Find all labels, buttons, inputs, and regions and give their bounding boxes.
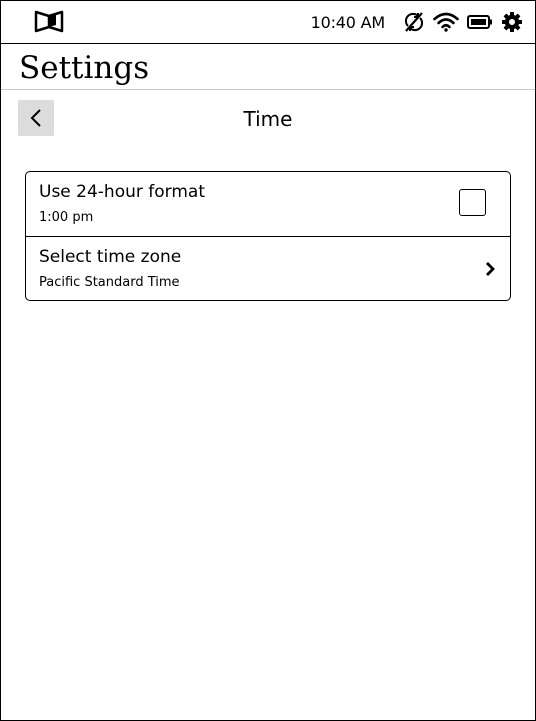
status-bar: 10:40 AM bbox=[1, 1, 535, 44]
wifi-icon bbox=[433, 12, 459, 32]
page-title: Settings bbox=[19, 50, 150, 86]
title-divider bbox=[1, 89, 535, 90]
status-indicators: 10:40 AM bbox=[311, 9, 523, 35]
setting-row-24-hour[interactable]: Use 24-hour format 1:00 pm bbox=[26, 172, 510, 237]
setting-label: Use 24-hour format bbox=[39, 182, 205, 202]
setting-value: 1:00 pm bbox=[39, 210, 94, 225]
section-title: Time bbox=[243, 107, 293, 131]
settings-gear-icon[interactable] bbox=[501, 11, 523, 33]
home-book-icon[interactable] bbox=[33, 8, 65, 36]
settings-card: Use 24-hour format 1:00 pm Select time z… bbox=[25, 171, 511, 301]
sync-off-icon bbox=[403, 11, 425, 33]
setting-value: Pacific Standard Time bbox=[39, 275, 180, 290]
setting-row-time-zone[interactable]: Select time zone Pacific Standard Time bbox=[26, 237, 510, 302]
clock-text: 10:40 AM bbox=[310, 12, 386, 32]
chevron-right-icon[interactable] bbox=[484, 261, 496, 281]
use-24-hour-checkbox[interactable] bbox=[459, 189, 486, 216]
screen: 10:40 AM Settings Time Use 24-hour forma… bbox=[0, 0, 536, 721]
setting-label: Select time zone bbox=[39, 247, 182, 267]
battery-icon bbox=[467, 14, 493, 30]
